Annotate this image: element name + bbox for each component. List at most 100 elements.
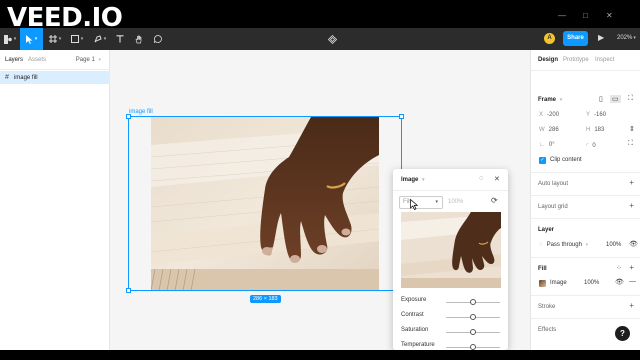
adjust-label-temperature: Temperature	[401, 342, 435, 348]
zoom-dropdown[interactable]: 202%▾	[617, 35, 636, 41]
stroke-section-title: Stroke	[538, 304, 556, 310]
add-layout-grid-icon[interactable]: +	[629, 201, 634, 210]
help-button[interactable]: ?	[615, 326, 630, 341]
fill-section-title: Fill	[538, 266, 547, 272]
y-field[interactable]: Y -160	[586, 112, 606, 118]
width-field[interactable]: W 286	[539, 127, 559, 133]
eye-icon[interactable]: 👁	[629, 240, 638, 248]
component-tool-button[interactable]	[325, 28, 339, 50]
popover-title[interactable]: Image ▾	[401, 177, 425, 183]
resize-handle-top-left[interactable]	[126, 114, 131, 119]
contrast-slider-knob[interactable]	[470, 314, 476, 320]
chevron-down-icon: ▾	[80, 36, 84, 42]
hand-tool-button[interactable]	[132, 28, 146, 50]
mouse-cursor-icon	[410, 199, 418, 210]
close-window-button[interactable]: ✕	[606, 12, 613, 20]
rectangle-icon	[70, 35, 79, 43]
comment-tool-button[interactable]	[151, 28, 165, 50]
resize-handle-bottom-left[interactable]	[126, 288, 131, 293]
main-menu-button[interactable]: ▾	[0, 28, 20, 50]
chevron-down-icon: ▾	[58, 36, 62, 42]
cursor-arrow-icon	[25, 34, 33, 44]
y-label: Y	[586, 112, 591, 118]
pen-icon	[94, 35, 102, 43]
chevron-down-icon: ▾	[559, 97, 563, 103]
close-icon[interactable]: ✕	[494, 175, 500, 183]
resize-handle-top-right[interactable]	[399, 114, 404, 119]
exposure-slider-knob[interactable]	[470, 299, 476, 305]
independent-corners-icon[interactable]: ⛶	[628, 140, 633, 148]
layers-panel: Layers Assets Page 1 ▾ # image fill	[0, 50, 110, 350]
height-field[interactable]: H 183	[586, 127, 604, 133]
popover-title-text: Image	[401, 177, 419, 183]
tab-assets[interactable]: Assets	[28, 57, 46, 63]
frame-title-text: Frame	[538, 97, 557, 103]
effects-section-title: Effects	[538, 327, 557, 333]
style-icon[interactable]: ◌	[479, 175, 483, 182]
design-canvas[interactable]: image fill 286 × 183 Image ▾ ◌ ✕ Fill ▾ …	[110, 50, 530, 350]
tab-inspect[interactable]: Inspect	[595, 57, 614, 63]
frame-tool-button[interactable]: ▾	[45, 28, 65, 50]
corner-radius-icon: ◜	[586, 143, 589, 149]
chevron-down-icon: ▾	[422, 177, 425, 183]
image-thumbnail-picture	[401, 212, 501, 288]
maximize-button[interactable]: □	[583, 12, 588, 20]
x-field[interactable]: X -200	[539, 112, 559, 118]
tab-prototype[interactable]: Prototype	[563, 57, 589, 63]
properties-panel: Design Prototype Inspect Frame ▾ ▯ ▭ ⛶ X…	[530, 50, 640, 350]
h-label: H	[586, 127, 591, 133]
chevron-down-icon: ▾	[103, 36, 107, 42]
portrait-icon[interactable]: ▯	[599, 95, 603, 103]
clip-content-checkbox[interactable]: ✓	[539, 157, 546, 164]
adjust-row-exposure: Exposure	[401, 297, 501, 309]
add-auto-layout-icon[interactable]: +	[629, 178, 634, 187]
auto-layout-title: Auto layout	[538, 181, 569, 187]
pen-tool-button[interactable]: ▾	[90, 28, 110, 50]
eye-icon[interactable]: 👁	[615, 278, 624, 286]
h-value: 183	[594, 127, 605, 133]
frame-label[interactable]: image fill	[129, 109, 153, 115]
adjust-row-contrast: Contrast	[401, 312, 501, 324]
layout-grid-title: Layout grid	[538, 204, 568, 210]
fill-type[interactable]: Image	[550, 280, 567, 286]
frame-section-title[interactable]: Frame ▾	[538, 97, 562, 103]
add-fill-icon[interactable]: +	[629, 263, 634, 272]
image-opacity[interactable]: 100%	[448, 199, 463, 205]
comment-bubble-icon	[154, 35, 162, 43]
move-tool-button[interactable]: ▾	[20, 28, 43, 50]
landscape-icon[interactable]: ▭	[610, 95, 621, 103]
resize-to-fit-icon[interactable]: ⛶	[628, 95, 633, 103]
tab-design[interactable]: Design	[538, 57, 558, 63]
frame-hash-icon	[48, 35, 57, 43]
minimize-button[interactable]: —	[558, 12, 566, 20]
text-tool-button[interactable]	[113, 28, 127, 50]
bottom-bar	[0, 350, 640, 360]
present-play-icon[interactable]: ▶	[598, 33, 604, 42]
image-fill-swatch[interactable]	[539, 280, 546, 287]
remove-fill-icon[interactable]: —	[629, 278, 636, 285]
frame-hash-icon: #	[5, 74, 9, 81]
image-mode-select[interactable]: Fill ▾	[399, 196, 443, 209]
x-value: -200	[547, 112, 560, 118]
rotate-icon[interactable]: ⟳	[491, 196, 498, 205]
add-stroke-icon[interactable]: +	[629, 301, 634, 310]
image-thumbnail[interactable]	[401, 212, 501, 288]
corner-radius-field[interactable]: ◜ 0	[586, 142, 596, 149]
layer-opacity[interactable]: 100%	[606, 242, 621, 248]
rotation-field[interactable]: ∟ 0°	[539, 142, 555, 148]
adjust-label-saturation: Saturation	[401, 327, 429, 333]
user-avatar[interactable]: A	[544, 33, 555, 44]
layer-row-image-fill[interactable]: # image fill	[0, 71, 110, 84]
fill-styles-icon[interactable]: ⁘	[616, 264, 622, 272]
page-selector[interactable]: Page 1 ▾	[76, 57, 101, 63]
tab-layers[interactable]: Layers	[5, 57, 23, 63]
share-button[interactable]: Share	[563, 31, 588, 46]
left-panel-tabs: Layers Assets Page 1 ▾	[0, 50, 109, 70]
constrain-proportions-icon[interactable]: ⇕	[629, 125, 635, 133]
divider	[531, 195, 640, 196]
blend-mode-select[interactable]: ◌ Pass through ▾	[539, 242, 588, 248]
saturation-slider-knob[interactable]	[470, 329, 476, 335]
fill-opacity[interactable]: 100%	[584, 280, 599, 286]
shape-tool-button[interactable]: ▾	[67, 28, 87, 50]
chevron-down-icon: ▾	[585, 242, 589, 248]
